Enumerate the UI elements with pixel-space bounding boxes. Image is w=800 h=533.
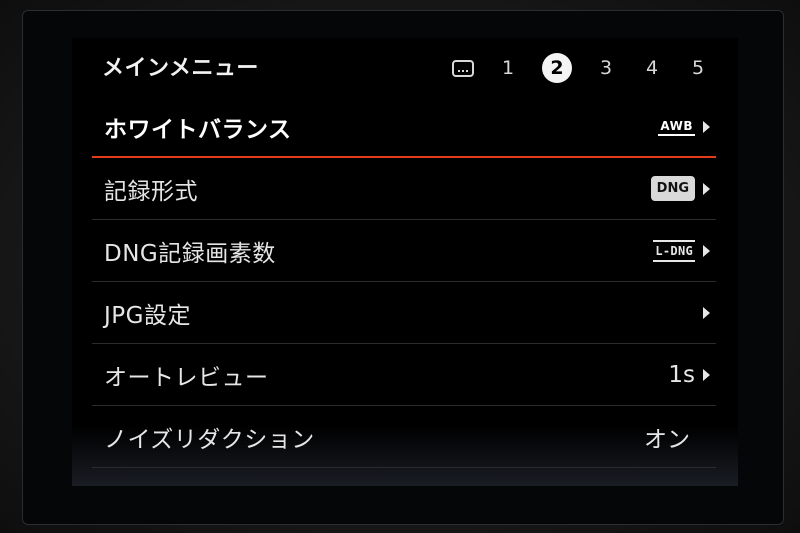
- noise-reduction-value: オン: [644, 426, 690, 453]
- chevron-right-icon: [703, 306, 710, 319]
- menu-item-white-balance[interactable]: ホワイトバランス AWB: [92, 98, 716, 158]
- awb-icon: AWB: [658, 119, 695, 136]
- menu-item-label: オートレビュー: [104, 364, 269, 391]
- menu-item-auto-review[interactable]: オートレビュー 1s: [92, 344, 716, 406]
- menu-item-value: オン: [644, 420, 716, 454]
- chevron-right-icon: [703, 121, 710, 133]
- page-tabs: 1 2 3 4 5: [452, 53, 710, 83]
- menu-item-label: JPG設定: [104, 302, 191, 329]
- menu-item-label: DNG記録画素数: [104, 240, 276, 267]
- chevron-right-icon: [703, 368, 710, 381]
- page-tab-5[interactable]: 5: [686, 57, 710, 79]
- page-tab-1[interactable]: 1: [496, 57, 520, 79]
- menu-item-value: L-DNG: [653, 239, 716, 262]
- menu-item-value: 1s: [668, 362, 716, 388]
- menu-item-label: 記録形式: [104, 178, 198, 205]
- dng-icon: DNG: [650, 176, 695, 201]
- menu-item-value: AWB: [658, 119, 716, 136]
- more-options-icon[interactable]: [452, 59, 474, 77]
- menu-item-value: DNG: [650, 176, 716, 201]
- chevron-right-icon: [703, 182, 710, 195]
- menu-item-label: ノイズリダクション: [104, 426, 315, 453]
- page-title: メインメニュー: [102, 56, 259, 81]
- page-tab-2[interactable]: 2: [542, 53, 572, 83]
- page-tab-3[interactable]: 3: [594, 57, 618, 79]
- menu-list: ホワイトバランス AWB 記録形式 DNG DNG記録画素数 L-DNG JPG…: [92, 98, 716, 468]
- menu-item-file-format[interactable]: 記録形式 DNG: [92, 158, 716, 220]
- camera-screen: メインメニュー 1 2 3 4 5 ホワイトバランス AWB 記録形式 DNG …: [72, 38, 738, 486]
- menu-item-noise-reduction[interactable]: ノイズリダクション オン: [92, 406, 716, 468]
- menu-item-value: [703, 306, 716, 319]
- menu-item-dng-resolution[interactable]: DNG記録画素数 L-DNG: [92, 220, 716, 282]
- menu-item-jpg-settings[interactable]: JPG設定: [92, 282, 716, 344]
- page-tab-4[interactable]: 4: [640, 57, 664, 79]
- l-dng-icon: L-DNG: [653, 239, 695, 262]
- chevron-right-icon: [703, 244, 710, 257]
- auto-review-value: 1s: [668, 361, 695, 388]
- menu-item-label: ホワイトバランス: [104, 117, 292, 143]
